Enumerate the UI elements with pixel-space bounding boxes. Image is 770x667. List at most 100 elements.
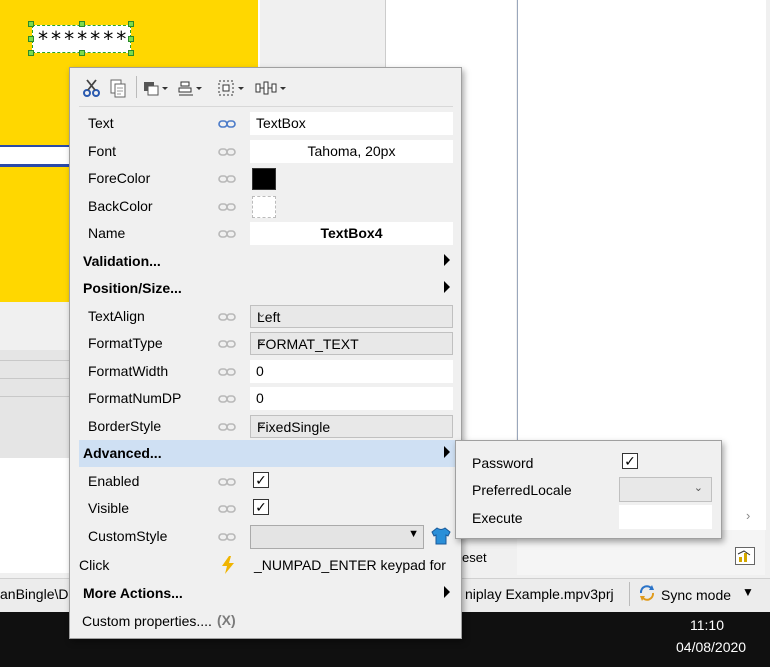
property-label-position: Position/Size... <box>83 280 182 296</box>
tshirt-style-icon[interactable] <box>431 527 451 548</box>
resize-handle[interactable] <box>128 21 134 27</box>
property-label-name: Name <box>88 225 126 241</box>
status-path: anBingle\D <box>0 586 69 602</box>
click-action-value[interactable]: _NUMPAD_ENTER keypad for <box>254 557 446 573</box>
password-label: Password <box>472 455 534 471</box>
custom-properties-icon[interactable]: (X) <box>217 612 236 628</box>
center-icon[interactable] <box>216 76 248 100</box>
sync-icon[interactable] <box>638 584 656 602</box>
property-label-textalign: TextAlign <box>88 308 145 324</box>
property-row-formatwidth: FormatWidth 0 <box>79 358 455 385</box>
binding-link-icon[interactable] <box>218 337 236 349</box>
property-row-validation[interactable]: Validation... <box>79 248 455 275</box>
property-label-formattype: FormatType <box>88 335 163 351</box>
property-row-text: Text TextBox <box>79 110 455 137</box>
property-label-advanced: Advanced... <box>83 445 162 461</box>
checkbox-visible[interactable]: ✓ <box>253 499 269 515</box>
property-value-font[interactable]: Tahoma, 20px <box>250 140 453 163</box>
binding-link-icon[interactable] <box>218 200 236 212</box>
preferred-locale-select[interactable]: ⌄ <box>619 477 712 502</box>
chart-icon[interactable] <box>735 547 755 565</box>
property-row-click: Click _NUMPAD_ENTER keypad for <box>79 552 455 579</box>
property-select-formattype[interactable]: FORMAT_TEXT ⌄ <box>250 332 453 355</box>
binding-link-icon[interactable] <box>218 392 236 404</box>
property-row-font: Font Tahoma, 20px <box>79 138 455 165</box>
reset-label[interactable]: eset <box>462 550 487 565</box>
property-value-name[interactable]: TextBox4 <box>250 222 453 245</box>
property-row-customstyle: CustomStyle ▼ <box>79 523 455 550</box>
submenu-arrow-icon <box>444 281 450 293</box>
property-row-advanced[interactable]: Advanced... <box>79 440 455 467</box>
binding-link-icon[interactable] <box>218 310 236 322</box>
property-select-borderstyle[interactable]: FixedSingle ⌄ <box>250 415 453 438</box>
binding-link-icon[interactable] <box>218 365 236 377</box>
binding-link-icon[interactable] <box>218 227 236 239</box>
property-label-formatwidth: FormatWidth <box>88 363 169 379</box>
property-label-forecolor: ForeColor <box>88 170 151 186</box>
resize-handle[interactable] <box>79 50 85 56</box>
binding-link-icon[interactable] <box>218 145 236 157</box>
color-swatch-forecolor[interactable] <box>252 168 276 190</box>
property-row-backcolor: BackColor <box>79 193 455 220</box>
binding-link-icon[interactable] <box>218 172 236 184</box>
binding-link-icon[interactable] <box>218 502 236 514</box>
status-project[interactable]: niplay Example.mpv3prj <box>465 586 614 602</box>
property-label-borderstyle: BorderStyle <box>88 418 162 434</box>
property-value-text: 0 <box>256 390 264 406</box>
toolbar-divider <box>79 106 453 107</box>
sync-mode-label[interactable]: Sync mode <box>661 587 731 603</box>
property-value-text: 0 <box>256 363 264 379</box>
color-swatch-backcolor[interactable] <box>252 196 276 218</box>
password-mask: ******* <box>37 27 129 51</box>
checkbox-enabled[interactable]: ✓ <box>253 472 269 488</box>
property-label-formatnumdp: FormatNumDP <box>88 390 182 406</box>
clock-time[interactable]: 11:10 <box>690 617 724 633</box>
property-row-name: Name TextBox4 <box>79 220 455 247</box>
property-row-position[interactable]: Position/Size... <box>79 275 455 302</box>
copy-icon[interactable] <box>108 76 128 100</box>
resize-handle[interactable] <box>28 50 34 56</box>
property-label-visible: Visible <box>88 500 129 516</box>
execute-field[interactable] <box>619 505 712 529</box>
chevron-down-icon: ⌄ <box>257 335 267 347</box>
property-value-formatwidth[interactable]: 0 <box>250 360 453 383</box>
bring-front-icon[interactable] <box>142 76 172 100</box>
binding-link-icon[interactable] <box>218 530 236 542</box>
password-checkbox[interactable]: ✓ <box>622 453 638 469</box>
property-value-text: TextBox4 <box>320 225 383 241</box>
property-value-text[interactable]: TextBox <box>250 112 453 135</box>
property-select-textalign[interactable]: Left ⌄ <box>250 305 453 328</box>
property-row-moreactions[interactable]: More Actions... <box>79 580 455 607</box>
clock-date[interactable]: 04/08/2020 <box>676 639 746 655</box>
resize-handle[interactable] <box>28 21 34 27</box>
custom-style-combo[interactable]: ▼ <box>250 525 424 549</box>
sync-dropdown-icon[interactable]: ▼ <box>742 585 754 599</box>
binding-link-icon[interactable] <box>218 475 236 487</box>
property-value-text: Tahoma, 20px <box>307 143 396 159</box>
align-icon[interactable] <box>176 76 206 100</box>
scroll-right-icon[interactable]: › <box>746 508 750 523</box>
property-row-custom: Custom properties.... (X) <box>79 608 455 635</box>
property-label-custom: Custom properties.... <box>82 613 212 629</box>
property-label-font: Font <box>88 143 117 159</box>
property-label-validation: Validation... <box>83 253 161 269</box>
binding-link-icon[interactable] <box>218 420 236 432</box>
resize-handle[interactable] <box>28 36 34 42</box>
property-row-forecolor: ForeColor <box>79 165 455 192</box>
resize-handle[interactable] <box>79 21 85 27</box>
submenu-arrow-icon <box>444 586 450 598</box>
property-row-textalign: TextAlign Left ⌄ <box>79 303 455 330</box>
property-label-enabled: Enabled <box>88 473 140 489</box>
binding-link-icon[interactable] <box>218 117 236 129</box>
lightning-icon[interactable] <box>221 556 235 577</box>
status-separator <box>629 582 630 606</box>
property-row-enabled: Enabled ✓ <box>79 468 455 495</box>
resize-handle[interactable] <box>128 50 134 56</box>
cut-icon[interactable] <box>82 76 102 100</box>
property-value-formatnumdp[interactable]: 0 <box>250 387 453 410</box>
submenu-arrow-icon <box>444 446 450 458</box>
distribute-icon[interactable] <box>254 76 288 100</box>
property-row-visible: Visible ✓ <box>79 495 455 522</box>
resize-handle[interactable] <box>128 36 134 42</box>
submenu-arrow-icon <box>444 254 450 266</box>
